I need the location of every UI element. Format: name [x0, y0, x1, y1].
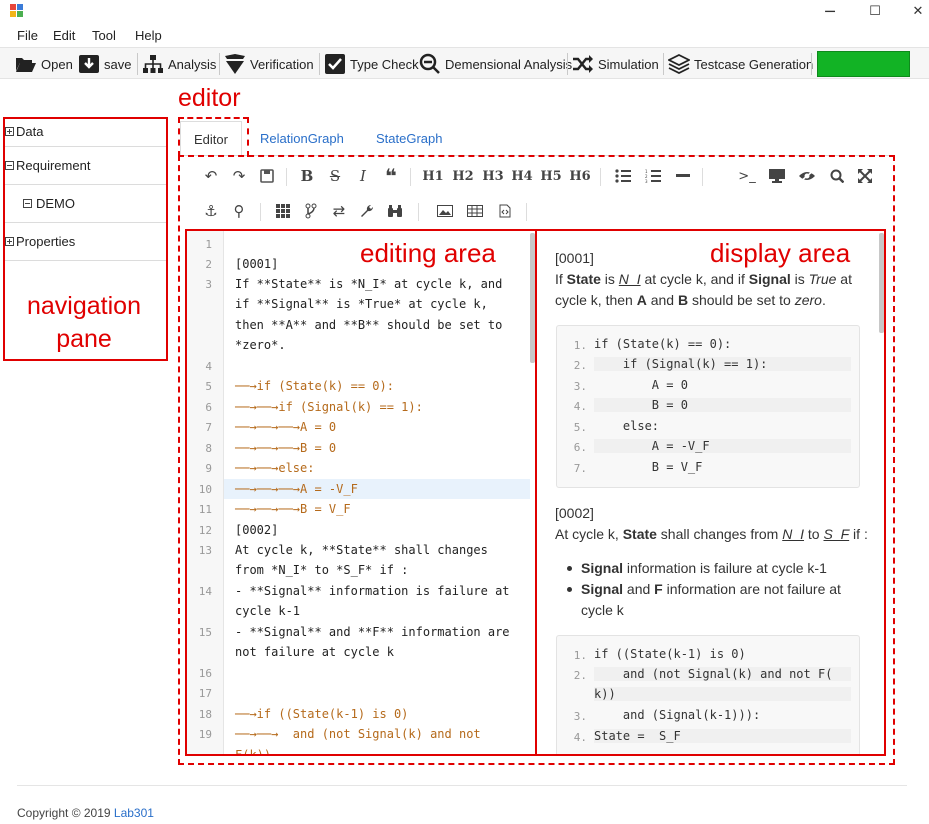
menu-edit[interactable]: Edit — [53, 28, 75, 43]
main-toolbar: Open save Analysis Verification Type Che… — [0, 47, 929, 79]
status-indicator — [817, 51, 910, 77]
verification-button[interactable]: Verification — [224, 52, 314, 76]
folder-open-icon — [15, 53, 37, 75]
testcase-generation-button[interactable]: Testcase Generation — [668, 52, 813, 76]
annotation-line: pane — [56, 325, 112, 353]
tab-state-graph[interactable]: StateGraph — [376, 121, 443, 156]
dimensional-analysis-label: Demensional Analysis — [445, 56, 573, 72]
simulation-button[interactable]: Simulation — [572, 52, 659, 76]
footer: Copyright © 2019 Lab301 — [17, 806, 154, 820]
title-bar: ─ ☐ ✕ — [0, 0, 929, 24]
type-check-button[interactable]: Type Check — [324, 52, 419, 76]
minimize-button[interactable]: ─ — [807, 0, 853, 24]
close-button[interactable]: ✕ — [895, 0, 929, 24]
simulation-label: Simulation — [598, 56, 659, 72]
save-button[interactable]: save — [78, 52, 131, 76]
app-icon — [10, 4, 24, 18]
analysis-button[interactable]: Analysis — [142, 52, 216, 76]
menu-file[interactable]: File — [17, 28, 38, 43]
toolbar-separator — [319, 53, 320, 75]
sitemap-icon — [142, 53, 164, 75]
verification-label: Verification — [250, 56, 314, 72]
menu-bar: File Edit Tool Help — [0, 25, 929, 47]
display-area-annotation: display area — [710, 238, 851, 268]
open-label: Open — [41, 56, 73, 72]
copyright-text: Copyright © 2019 — [17, 806, 114, 820]
footer-divider — [17, 785, 907, 786]
toolbar-separator — [567, 53, 568, 75]
toolbar-separator — [137, 53, 138, 75]
editing-area-highlight — [185, 229, 537, 756]
shuffle-icon — [572, 53, 594, 75]
display-area-highlight — [535, 229, 886, 756]
analysis-label: Analysis — [168, 56, 217, 72]
zoom-out-icon — [419, 53, 441, 75]
tab-relation-graph[interactable]: RelationGraph — [260, 121, 344, 156]
shield-icon — [224, 53, 246, 75]
toolbar-separator — [663, 53, 664, 75]
download-icon — [78, 53, 100, 75]
editor-annotation: editor — [178, 84, 241, 112]
dimensional-analysis-button[interactable]: Demensional Analysis — [419, 52, 572, 76]
editor-tab-highlight — [178, 117, 249, 157]
open-button[interactable]: Open — [15, 52, 73, 76]
save-label: save — [104, 56, 132, 72]
toolbar-separator — [811, 53, 812, 75]
layers-icon — [668, 53, 690, 75]
toolbar-separator — [219, 53, 220, 75]
menu-help[interactable]: Help — [135, 28, 162, 43]
checkbox-icon — [324, 53, 346, 75]
testcase-generation-label: Testcase Generation — [694, 56, 814, 72]
annotation-line: navigation — [27, 292, 141, 320]
lab-link[interactable]: Lab301 — [114, 806, 154, 820]
menu-tool[interactable]: Tool — [92, 28, 116, 43]
maximize-button[interactable]: ☐ — [852, 0, 898, 24]
editing-area-annotation: editing area — [360, 238, 496, 268]
type-check-label: Type Check — [350, 56, 419, 72]
navigation-pane-annotation: navigation pane — [24, 290, 144, 356]
